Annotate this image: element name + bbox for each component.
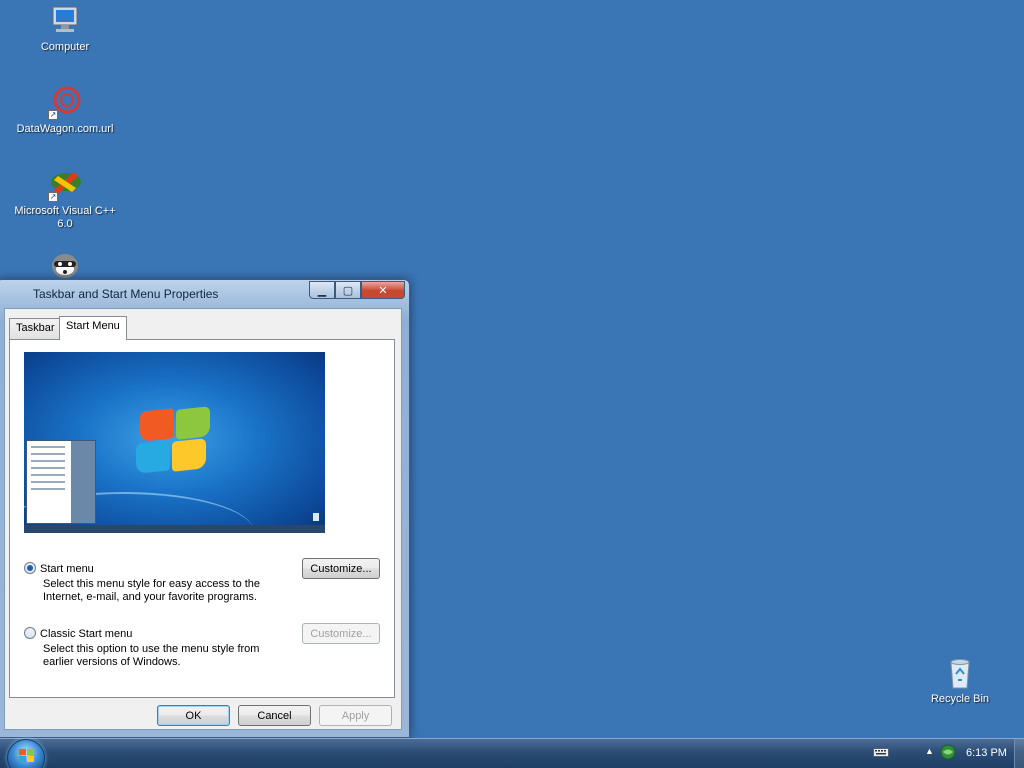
minimize-icon: ▁ — [317, 284, 327, 297]
desktop-icon-label: Recycle Bin — [930, 693, 990, 705]
shortcut-arrow-icon: ↗ — [48, 192, 58, 202]
close-icon: ✕ — [378, 284, 388, 297]
network-icon[interactable] — [940, 744, 956, 763]
minimize-button[interactable]: ▁ — [309, 281, 335, 299]
show-desktop-button[interactable] — [1014, 739, 1024, 768]
tab-label: Start Menu — [66, 320, 120, 332]
web-shortcut-icon: ↗ — [48, 86, 82, 120]
cancel-button[interactable]: Cancel — [238, 705, 311, 726]
radio-unchecked-icon — [24, 627, 36, 639]
caption-buttons: ▁ ▢ ✕ — [309, 281, 405, 299]
customize-classic-menu-button[interactable]: Customize... — [302, 623, 380, 644]
classic-start-menu-description: Select this option to use the menu style… — [43, 643, 260, 668]
radio-label: Start menu — [40, 563, 94, 575]
maximize-button[interactable]: ▢ — [335, 281, 361, 299]
taskbar — [0, 738, 1024, 768]
desktop-icon-computer[interactable]: Computer — [5, 4, 125, 54]
tab-taskbar[interactable]: Taskbar — [9, 318, 62, 339]
desktop-icon-label: Computer — [40, 41, 90, 53]
classic-start-menu-radio[interactable]: Classic Start menu — [24, 627, 132, 640]
maximize-icon: ▢ — [342, 284, 354, 297]
raccoon-icon — [48, 248, 82, 282]
customize-start-menu-button[interactable]: Customize... — [302, 558, 380, 579]
apply-button[interactable]: Apply — [319, 705, 392, 726]
dialog-client-area: Taskbar Start Menu Start menu Select thi… — [4, 308, 402, 730]
title-bar[interactable]: Taskbar and Start Menu Properties ▁ ▢ ✕ — [0, 280, 409, 308]
windows-logo-icon — [19, 749, 35, 763]
mini-start-menu-preview — [26, 440, 96, 524]
show-hidden-icons-chevron-icon[interactable]: ▲ — [925, 746, 934, 756]
taskbar-clock[interactable]: 6:13 PM — [966, 747, 1007, 759]
keyboard-icon[interactable] — [873, 746, 889, 761]
radio-checked-icon — [24, 562, 36, 574]
windows-logo-icon — [136, 406, 212, 474]
desktop-icon-datawagon[interactable]: ↗ DataWagon.com.url — [5, 86, 125, 136]
tab-start-menu[interactable]: Start Menu — [59, 316, 127, 340]
desktop-icon-label: DataWagon.com.url — [16, 123, 114, 135]
shortcut-arrow-icon: ↗ — [48, 110, 58, 120]
computer-icon — [48, 4, 82, 38]
start-menu-tab-panel: Start menu Select this menu style for ea… — [9, 339, 395, 698]
tab-label: Taskbar — [16, 322, 55, 334]
recycle-bin-icon — [943, 656, 977, 690]
start-menu-description: Select this menu style for easy access t… — [43, 578, 261, 603]
close-button[interactable]: ✕ — [361, 281, 405, 299]
taskbar-start-menu-properties-window: Taskbar and Start Menu Properties ▁ ▢ ✕ … — [0, 279, 410, 738]
ok-button[interactable]: OK — [157, 705, 230, 726]
window-title: Taskbar and Start Menu Properties — [33, 287, 219, 301]
radio-label: Classic Start menu — [40, 628, 133, 640]
start-menu-preview-image — [24, 352, 325, 533]
visual-cpp-icon: ↗ — [48, 168, 82, 202]
desktop-icon-visual-cpp[interactable]: ↗ Microsoft Visual C++ 6.0 — [5, 168, 125, 231]
start-menu-radio[interactable]: Start menu — [24, 562, 94, 575]
desktop-icon-recycle-bin[interactable]: Recycle Bin — [900, 656, 1020, 706]
desktop-icon-label: Microsoft Visual C++ 6.0 — [14, 205, 116, 230]
